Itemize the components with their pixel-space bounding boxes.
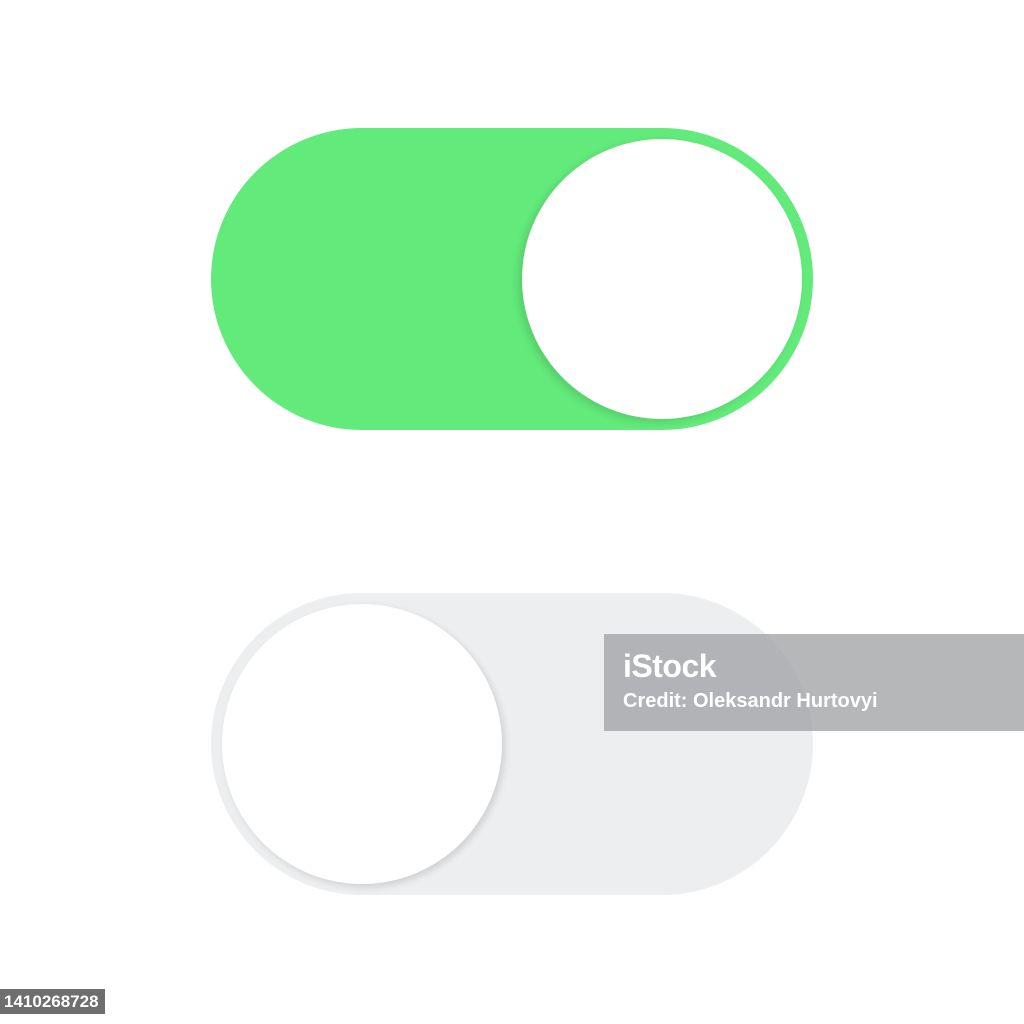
- watermark-credit: Credit: Oleksandr Hurtovyi: [623, 690, 878, 712]
- watermark-brand: iStock: [623, 648, 717, 684]
- toggle-knob[interactable]: [222, 604, 502, 884]
- illustration-canvas: iStock Credit: Oleksandr Hurtovyi 141026…: [0, 0, 1024, 1024]
- stock-watermark: iStock Credit: Oleksandr Hurtovyi: [604, 634, 1024, 731]
- stock-id-label: 1410268728: [0, 989, 105, 1014]
- toggle-switch-on[interactable]: [211, 128, 813, 430]
- toggle-knob[interactable]: [522, 139, 802, 419]
